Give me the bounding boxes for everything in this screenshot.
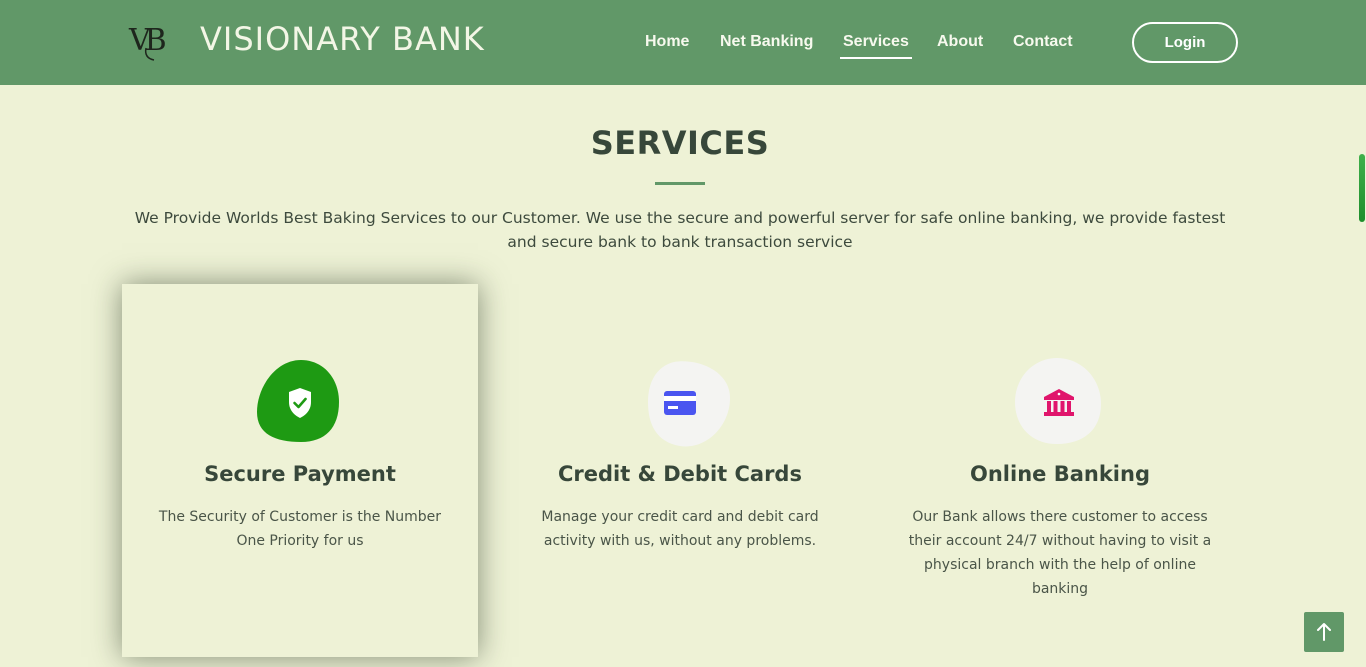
bank-icon <box>1015 358 1101 444</box>
card-title: Secure Payment <box>204 462 396 486</box>
back-to-top-button[interactable] <box>1304 612 1344 652</box>
nav-about-link[interactable]: About <box>937 30 983 54</box>
title-divider <box>655 182 705 185</box>
section-title: SERVICES <box>590 124 770 162</box>
service-card-secure-payment[interactable]: Secure Payment The Security of Customer … <box>122 284 478 657</box>
service-card-credit-debit[interactable]: Credit & Debit Cards Manage your credit … <box>502 284 858 657</box>
nav-home-link[interactable]: Home <box>645 30 689 54</box>
nav-net-banking-link[interactable]: Net Banking <box>720 30 813 54</box>
svg-text:VB: VB <box>128 23 166 58</box>
scrollbar-thumb[interactable] <box>1359 154 1365 222</box>
card-title: Credit & Debit Cards <box>558 462 802 486</box>
card-description: Our Bank allows there customer to access… <box>908 509 1212 597</box>
login-button[interactable]: Login <box>1132 22 1238 63</box>
arrow-up-icon <box>1317 623 1331 641</box>
card-description: Manage your credit card and debit card a… <box>541 509 819 549</box>
top-navbar: VB VISIONARY BANK Home Net Banking Servi… <box>0 0 1366 85</box>
credit-card-icon <box>648 361 730 447</box>
section-intro: We Provide Worlds Best Baking Services t… <box>134 209 1226 251</box>
shield-check-icon <box>257 360 339 442</box>
service-card-online-banking[interactable]: Online Banking Our Bank allows there cus… <box>882 284 1238 657</box>
nav-services-link[interactable]: Services <box>840 30 912 59</box>
card-title: Online Banking <box>970 462 1150 486</box>
bank-logo-icon[interactable]: VB <box>128 20 170 62</box>
brand-name[interactable]: VISIONARY BANK <box>200 18 485 60</box>
card-description: The Security of Customer is the Number O… <box>158 509 442 549</box>
nav-contact-link[interactable]: Contact <box>1013 30 1073 54</box>
